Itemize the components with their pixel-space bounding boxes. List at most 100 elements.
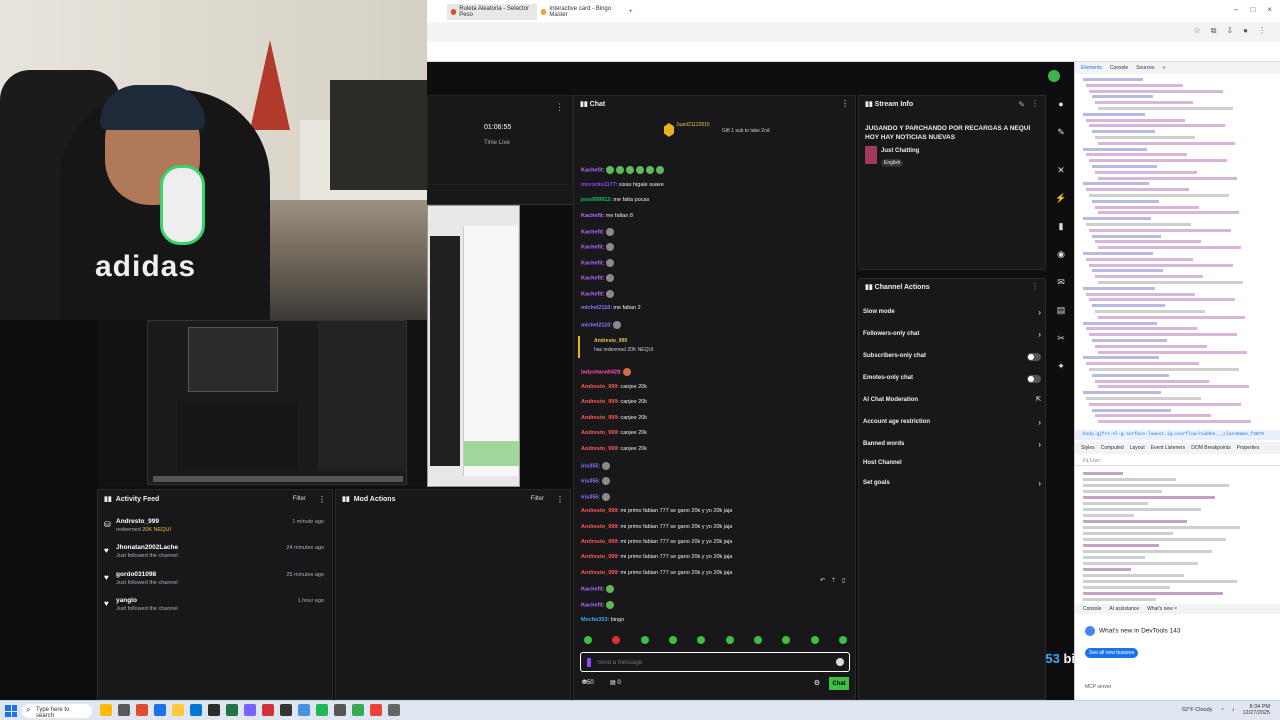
tab-console-drawer[interactable]: Console	[1083, 606, 1101, 612]
chat-message[interactable]: Kachefit:	[581, 243, 616, 251]
css-rule-line[interactable]	[1083, 478, 1273, 483]
chat-message[interactable]: Andresto_999: canjee 20k	[581, 446, 647, 452]
extensions-icon[interactable]: ⧉	[1211, 26, 1217, 36]
stream-preview[interactable]	[427, 205, 573, 487]
profile-avatar-icon[interactable]	[1048, 70, 1060, 82]
toggle-switch[interactable]	[1027, 353, 1041, 361]
edit-icon[interactable]: ✎	[1018, 100, 1025, 109]
more-options-icon[interactable]: ⋮	[841, 99, 849, 108]
dom-node-line[interactable]	[1083, 240, 1273, 245]
chat-send-button[interactable]: Chat	[829, 677, 849, 690]
download-icon[interactable]: ⇩	[1226, 26, 1233, 36]
emote[interactable]	[838, 636, 847, 644]
dom-node-line[interactable]	[1083, 385, 1273, 390]
bolt-icon[interactable]: ⚡	[1055, 193, 1067, 205]
more-options-icon[interactable]: ⋮	[556, 495, 564, 504]
css-rule-line[interactable]	[1083, 556, 1273, 561]
chat-input[interactable]	[597, 657, 817, 669]
chat-message[interactable]: Andresto_999: mi primo fabian 777 se gan…	[581, 539, 732, 545]
dom-node-line[interactable]	[1083, 327, 1273, 332]
star-icon[interactable]: ☆	[1194, 26, 1201, 36]
css-rule-line[interactable]	[1083, 472, 1273, 477]
bits-icon[interactable]	[587, 658, 591, 667]
chat-message[interactable]: Kachefit:	[581, 228, 616, 236]
dom-node-line[interactable]	[1083, 362, 1273, 367]
viewer-count[interactable]: ▤ 0	[610, 679, 621, 686]
activity-item[interactable]: ♥ yanglo Just followed the channel 1 hou…	[104, 597, 328, 621]
task-view-icon[interactable]	[118, 704, 130, 716]
activity-item[interactable]: ♥ gordo031098 Just followed the channel …	[104, 571, 328, 595]
edge-app-icon[interactable]	[190, 704, 202, 716]
css-rule-line[interactable]	[1083, 574, 1273, 579]
css-rule-line[interactable]	[1083, 562, 1273, 567]
chat-message[interactable]: Andresto_999: mi primo fabian 777 se gan…	[581, 554, 732, 560]
dom-node-line[interactable]	[1083, 408, 1273, 414]
dom-node-line[interactable]	[1083, 89, 1273, 95]
see-all-features-button[interactable]: See all new features	[1085, 648, 1139, 658]
dom-node-line[interactable]	[1083, 101, 1273, 106]
category-name[interactable]: Just Chatting	[881, 148, 919, 154]
dom-node-line[interactable]	[1083, 292, 1273, 298]
emote[interactable]	[697, 636, 706, 644]
dom-node-line[interactable]	[1083, 350, 1273, 356]
mod-filter-button[interactable]: Filter	[531, 496, 544, 502]
start-button[interactable]	[5, 705, 17, 717]
dom-node-line[interactable]	[1083, 379, 1273, 385]
selected-element-breadcrumb[interactable]: body.gjfrs-nl-g-surface-lowest.ig-overfl…	[1075, 430, 1280, 440]
css-rule-line[interactable]	[1083, 526, 1273, 531]
new-tab-button[interactable]: +	[625, 4, 637, 20]
dom-node-line[interactable]	[1083, 159, 1273, 164]
tab-dom-breakpoints[interactable]: DOM Breakpoints	[1191, 445, 1230, 451]
tab-console[interactable]: Console	[1110, 65, 1128, 71]
weather-widget[interactable]: 62°F Cloudy	[1182, 707, 1212, 713]
chat-message[interactable]: Kachefit:	[581, 585, 614, 593]
dom-node-line[interactable]	[1083, 228, 1273, 234]
css-rule-line[interactable]	[1083, 598, 1273, 603]
pencil-icon[interactable]: ✎	[1055, 127, 1067, 139]
chat-message[interactable]: mnrocks1177: sisas higale suave	[581, 182, 664, 188]
tab-ai-assistance[interactable]: AI assistance	[1109, 606, 1139, 612]
chat-message[interactable]: ladyshana0428:	[581, 368, 632, 376]
dom-node-line[interactable]	[1083, 234, 1273, 240]
emote[interactable]	[584, 636, 592, 644]
reply-icon[interactable]: ↶	[820, 577, 825, 584]
dom-node-line[interactable]	[1083, 356, 1273, 361]
channel-action-emotes-only-chat[interactable]: Emotes-only chat	[863, 375, 1043, 389]
app-icon[interactable]	[262, 704, 274, 716]
channel-action-banned-words[interactable]: Banned words ›	[863, 440, 1043, 455]
menu-icon[interactable]: ⋮	[1258, 26, 1266, 36]
activity-item[interactable]: ♥ Jhonatan2002Lache Just followed the ch…	[104, 544, 328, 568]
tab-whats-new[interactable]: What's new ×	[1147, 606, 1177, 612]
obs-app-icon[interactable]	[208, 704, 220, 716]
dom-node-line[interactable]	[1083, 339, 1273, 344]
css-rule-line[interactable]	[1083, 508, 1273, 513]
chat-message[interactable]: Andresto_999: canjee 20k	[581, 415, 647, 421]
chat-message[interactable]: michel2110: me faltan 2	[581, 305, 641, 311]
dom-node-line[interactable]	[1083, 321, 1273, 327]
dom-node-line[interactable]	[1083, 118, 1273, 124]
dom-node-line[interactable]	[1083, 263, 1273, 269]
css-rule-line[interactable]	[1083, 532, 1273, 537]
activity-filter-button[interactable]: Filter	[293, 496, 306, 502]
dom-node-line[interactable]	[1083, 286, 1273, 292]
dom-node-line[interactable]	[1083, 368, 1273, 373]
dom-node-line[interactable]	[1083, 333, 1273, 338]
volume-icon[interactable]: ♪	[1232, 707, 1235, 713]
dom-node-line[interactable]	[1083, 147, 1273, 153]
chat-message[interactable]: Kachefit:	[581, 290, 616, 298]
chat-message[interactable]: iris355:	[581, 462, 610, 470]
toggle-switch[interactable]	[1027, 375, 1041, 383]
css-rule-line[interactable]	[1083, 538, 1273, 543]
css-rule-line[interactable]	[1083, 592, 1273, 597]
address-bar[interactable]	[427, 22, 1280, 42]
dom-node-line[interactable]	[1083, 107, 1273, 112]
channel-action-set-goals[interactable]: Set goals ›	[863, 479, 1043, 494]
chevron-right-icon[interactable]: ›	[1038, 418, 1041, 427]
css-rule-line[interactable]	[1083, 550, 1273, 555]
css-rule-line[interactable]	[1083, 568, 1273, 573]
browser-tab-roulette[interactable]: Ruleta Aleatoria - Selector Peso	[447, 4, 537, 20]
external-link-icon[interactable]: ⇱	[1036, 396, 1041, 403]
channel-action-subscribers-only-chat[interactable]: Subscribers-only chat	[863, 353, 1043, 367]
emote[interactable]	[782, 636, 791, 644]
bookmark-icon[interactable]: ▤	[1055, 305, 1067, 317]
